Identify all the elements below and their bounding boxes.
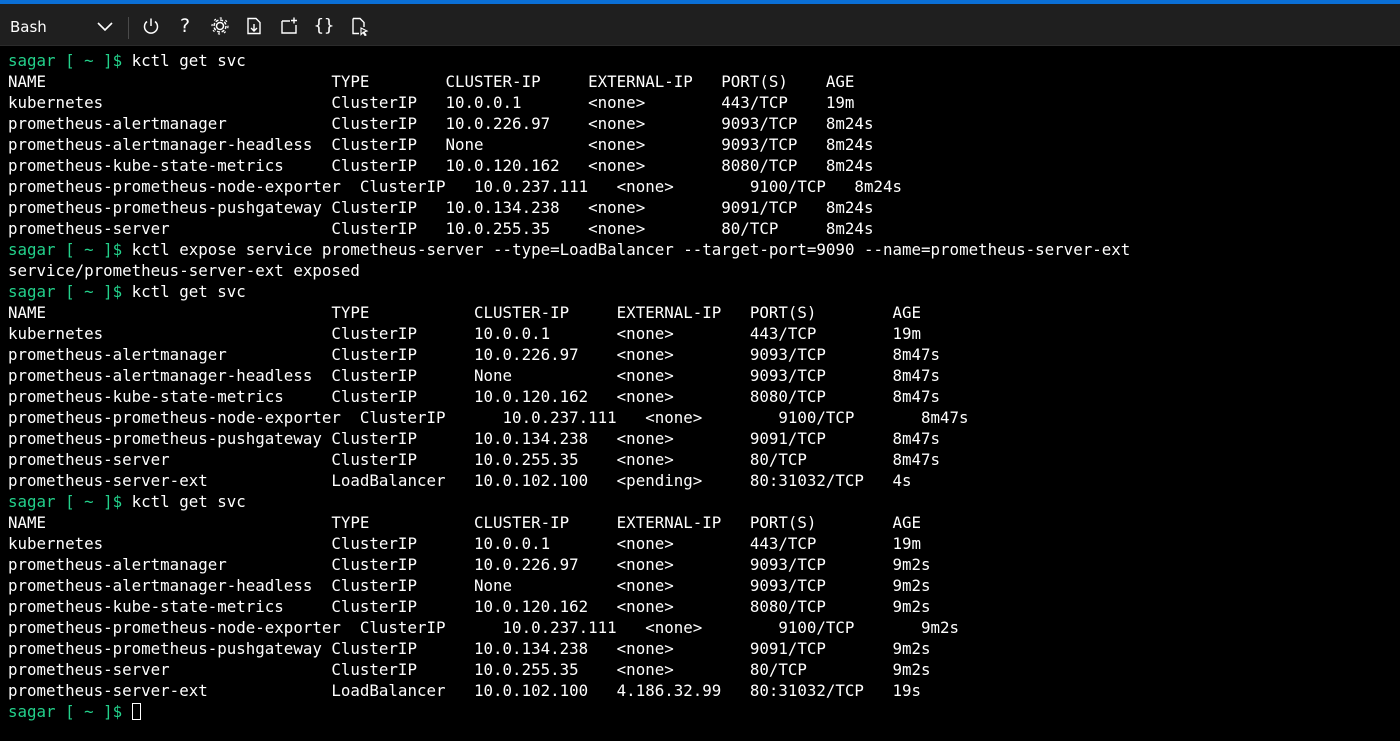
output-text: prometheus-prometheus-node-exporter Clus… [8,177,902,196]
terminal-output-line: service/prometheus-server-ext exposed [8,260,1396,281]
text-cursor [131,703,141,720]
terminal-output-line: prometheus-server ClusterIP 10.0.255.35 … [8,218,1396,239]
terminal-output-line: prometheus-prometheus-pushgateway Cluste… [8,197,1396,218]
output-text: service/prometheus-server-ext exposed [8,261,360,280]
terminal-output-line: prometheus-alertmanager ClusterIP 10.0.2… [8,113,1396,134]
terminal-output-line: prometheus-prometheus-node-exporter Clus… [8,617,1396,638]
terminal-command-line: sagar [ ~ ]$ kctl get svc [8,50,1396,71]
power-icon [141,16,161,36]
web-preview-button[interactable] [344,10,374,42]
terminal-output[interactable]: sagar [ ~ ]$ kctl get svc NAME TYPE CLUST… [8,50,1396,738]
output-text: prometheus-prometheus-node-exporter Clus… [8,408,969,427]
new-session-button[interactable] [274,10,304,42]
window-top-bar: ··· [0,0,1400,7]
terminal-command-line: sagar [ ~ ]$ kctl get svc [8,491,1396,512]
output-text: prometheus-prometheus-pushgateway Cluste… [8,429,941,448]
terminal-command-line: sagar [ ~ ]$ kctl get svc [8,281,1396,302]
command-text [122,702,132,721]
terminal-output-line: NAME TYPE CLUSTER-IP EXTERNAL-IP PORT(S)… [8,512,1396,533]
terminal-output-line: prometheus-alertmanager ClusterIP 10.0.2… [8,554,1396,575]
editor-icon: {} [313,16,335,36]
terminal-output-line: prometheus-kube-state-metrics ClusterIP … [8,596,1396,617]
settings-button[interactable] [205,10,235,42]
resize-grip-icon[interactable]: ··· [812,0,832,6]
terminal-output-line: prometheus-server ClusterIP 10.0.255.35 … [8,449,1396,470]
terminal-output-line: prometheus-kube-state-metrics ClusterIP … [8,155,1396,176]
output-text: prometheus-server ClusterIP 10.0.255.35 … [8,660,931,679]
help-icon: ? [179,15,191,37]
terminal-output-line: prometheus-server ClusterIP 10.0.255.35 … [8,659,1396,680]
terminal-output-line: prometheus-kube-state-metrics ClusterIP … [8,386,1396,407]
output-text: prometheus-alertmanager-headless Cluster… [8,576,931,595]
terminal-output-line: prometheus-alertmanager-headless Cluster… [8,365,1396,386]
terminal-output-line: prometheus-prometheus-node-exporter Clus… [8,407,1396,428]
output-text: kubernetes ClusterIP 10.0.0.1 <none> 443… [8,93,855,112]
terminal-output-line: prometheus-alertmanager-headless Cluster… [8,134,1396,155]
accent-line [0,0,1400,4]
output-text: NAME TYPE CLUSTER-IP EXTERNAL-IP PORT(S)… [8,303,922,322]
upload-download-icon [244,16,264,36]
command-text: kctl expose service prometheus-server --… [122,240,1131,259]
output-text: prometheus-server ClusterIP 10.0.255.35 … [8,219,874,238]
terminal-output-line: prometheus-server-ext LoadBalancer 10.0.… [8,470,1396,491]
terminal-output-line: prometheus-server-ext LoadBalancer 10.0.… [8,680,1396,701]
output-text: prometheus-server-ext LoadBalancer 10.0.… [8,471,912,490]
terminal-output-line: kubernetes ClusterIP 10.0.0.1 <none> 443… [8,323,1396,344]
editor-button[interactable]: {} [309,10,339,42]
terminal-output-line: prometheus-prometheus-node-exporter Clus… [8,176,1396,197]
shell-prompt: sagar [ ~ ]$ [8,492,123,511]
shell-prompt: sagar [ ~ ]$ [8,240,123,259]
shell-prompt: sagar [ ~ ]$ [8,702,123,721]
upload-download-button[interactable] [239,10,269,42]
toolbar: Bash ? {} [0,7,1400,46]
output-text: kubernetes ClusterIP 10.0.0.1 <none> 443… [8,534,922,553]
web-preview-icon [349,16,369,36]
output-text: prometheus-prometheus-pushgateway Cluste… [8,639,931,658]
terminal-output-line: prometheus-prometheus-pushgateway Cluste… [8,638,1396,659]
output-text: prometheus-alertmanager ClusterIP 10.0.2… [8,555,931,574]
help-button[interactable]: ? [170,10,200,42]
output-text: NAME TYPE CLUSTER-IP EXTERNAL-IP PORT(S)… [8,513,922,532]
output-text: prometheus-prometheus-pushgateway Cluste… [8,198,874,217]
terminal-output-line: NAME TYPE CLUSTER-IP EXTERNAL-IP PORT(S)… [8,71,1396,92]
command-text: kctl get svc [122,492,246,511]
output-text: prometheus-prometheus-node-exporter Clus… [8,618,960,637]
output-text: prometheus-alertmanager-headless Cluster… [8,366,941,385]
terminal-command-line: sagar [ ~ ]$ kctl expose service prometh… [8,239,1396,260]
shell-selector-label: Bash [10,18,47,36]
settings-icon [210,16,230,36]
output-text: prometheus-server-ext LoadBalancer 10.0.… [8,681,922,700]
terminal-output-line: prometheus-alertmanager-headless Cluster… [8,575,1396,596]
command-text: kctl get svc [122,51,246,70]
terminal-output-line: prometheus-prometheus-pushgateway Cluste… [8,428,1396,449]
shell-selector[interactable]: Bash [0,9,124,43]
shell-prompt: sagar [ ~ ]$ [8,51,123,70]
output-text: NAME TYPE CLUSTER-IP EXTERNAL-IP PORT(S)… [8,72,855,91]
terminal-output-line: kubernetes ClusterIP 10.0.0.1 <none> 443… [8,92,1396,113]
output-text: prometheus-kube-state-metrics ClusterIP … [8,387,941,406]
output-text: prometheus-kube-state-metrics ClusterIP … [8,597,931,616]
shell-prompt: sagar [ ~ ]$ [8,282,123,301]
new-session-icon [279,16,299,36]
output-text: prometheus-alertmanager-headless Cluster… [8,135,874,154]
terminal-output-line: kubernetes ClusterIP 10.0.0.1 <none> 443… [8,533,1396,554]
restart-button[interactable] [136,10,166,42]
terminal-output-line: NAME TYPE CLUSTER-IP EXTERNAL-IP PORT(S)… [8,302,1396,323]
toolbar-divider [128,17,129,39]
output-text: kubernetes ClusterIP 10.0.0.1 <none> 443… [8,324,922,343]
terminal-output-line: prometheus-alertmanager ClusterIP 10.0.2… [8,344,1396,365]
chevron-down-icon [96,19,114,33]
cloud-shell-window: ··· Bash ? {} sagar [~]$ kctl get svc … [0,0,1400,741]
terminal-command-line: sagar [ ~ ]$ [8,701,1396,722]
output-text: prometheus-alertmanager ClusterIP 10.0.2… [8,345,941,364]
output-text: prometheus-server ClusterIP 10.0.255.35 … [8,450,941,469]
output-text: prometheus-kube-state-metrics ClusterIP … [8,156,874,175]
command-text: kctl get svc [122,282,246,301]
output-text: prometheus-alertmanager ClusterIP 10.0.2… [8,114,874,133]
